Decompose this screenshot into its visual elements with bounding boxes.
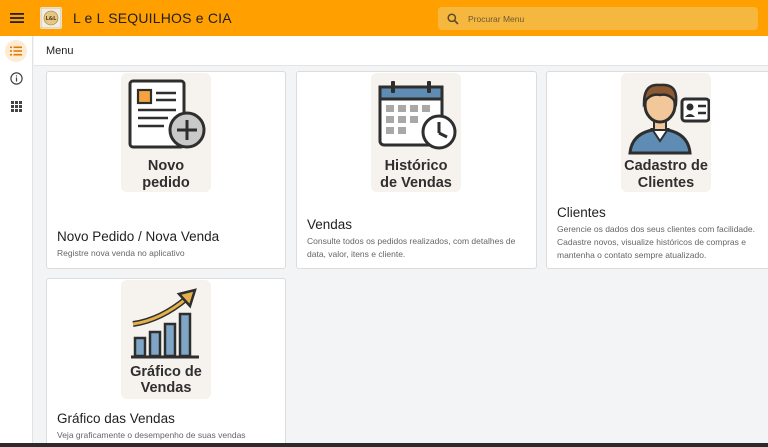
- search-input[interactable]: [468, 13, 728, 24]
- customer-id-card-icon: [628, 83, 710, 155]
- card-image: Cadastro de Clientes: [621, 73, 711, 192]
- list-icon: [10, 46, 22, 56]
- card-image: Gráfico de Vendas: [121, 280, 211, 399]
- card-description: Registre nova venda no aplicativo: [57, 248, 185, 258]
- search-icon: [447, 12, 459, 25]
- card-image-label-line-2: de Vendas: [380, 175, 452, 191]
- rail-item-apps[interactable]: [5, 95, 27, 117]
- calendar-clock-icon: [378, 81, 457, 150]
- breadcrumb-label: Menu: [46, 44, 74, 57]
- rail-item-info[interactable]: [5, 67, 27, 89]
- navigation-rail: [0, 36, 33, 447]
- card-image-label-line-2: pedido: [142, 175, 190, 191]
- hamburger-icon: [10, 13, 24, 23]
- bottom-strip: [0, 443, 768, 447]
- menu-button[interactable]: [0, 0, 34, 36]
- apps-grid-icon: [10, 100, 22, 112]
- card-novo-pedido[interactable]: Novo pedido Novo Pedido / Nova Venda Reg…: [46, 71, 286, 269]
- card-description: Consulte todos os pedidos realizados, co…: [307, 236, 516, 259]
- card-description: Veja graficamente o desempenho de suas v…: [57, 430, 246, 440]
- growth-chart-icon: [131, 288, 199, 359]
- rail-item-menu[interactable]: [5, 40, 27, 62]
- logo-text: L&L: [46, 16, 58, 22]
- card-image-label-line-2: Clientes: [637, 175, 695, 191]
- card-description: Gerencie os dados dos seus clientes com …: [557, 224, 755, 260]
- app-title: L e L SEQUILHOS e CIA: [73, 10, 232, 26]
- card-title: Clientes: [557, 205, 606, 220]
- card-vendas[interactable]: Histórico de Vendas Vendas Consulte todo…: [296, 71, 537, 269]
- card-image: Histórico de Vendas: [371, 73, 461, 192]
- app-bar: L&L L e L SEQUILHOS e CIA: [0, 0, 768, 36]
- card-clientes[interactable]: Cadastro de Clientes Clientes Gerencie o…: [546, 71, 768, 269]
- search-box[interactable]: [438, 7, 758, 30]
- card-grafico-vendas[interactable]: Gráfico de Vendas Gráfico das Vendas Vej…: [46, 278, 286, 447]
- new-order-document-icon: [128, 79, 206, 149]
- card-title: Gráfico das Vendas: [57, 411, 175, 426]
- breadcrumb: Menu: [34, 36, 768, 66]
- card-image-label-line-1: Cadastro de: [624, 158, 708, 174]
- card-image-label-line-2: Vendas: [140, 380, 192, 396]
- info-icon: [9, 71, 23, 85]
- card-image-label-line-1: Gráfico de: [130, 364, 202, 380]
- card-image: Novo pedido: [121, 73, 211, 192]
- app-logo: L&L: [40, 7, 62, 29]
- card-image-label-line-1: Histórico: [384, 158, 448, 174]
- card-image-label-line-1: Novo: [147, 158, 185, 174]
- card-title: Vendas: [307, 217, 353, 232]
- card-title: Novo Pedido / Nova Venda: [57, 229, 220, 244]
